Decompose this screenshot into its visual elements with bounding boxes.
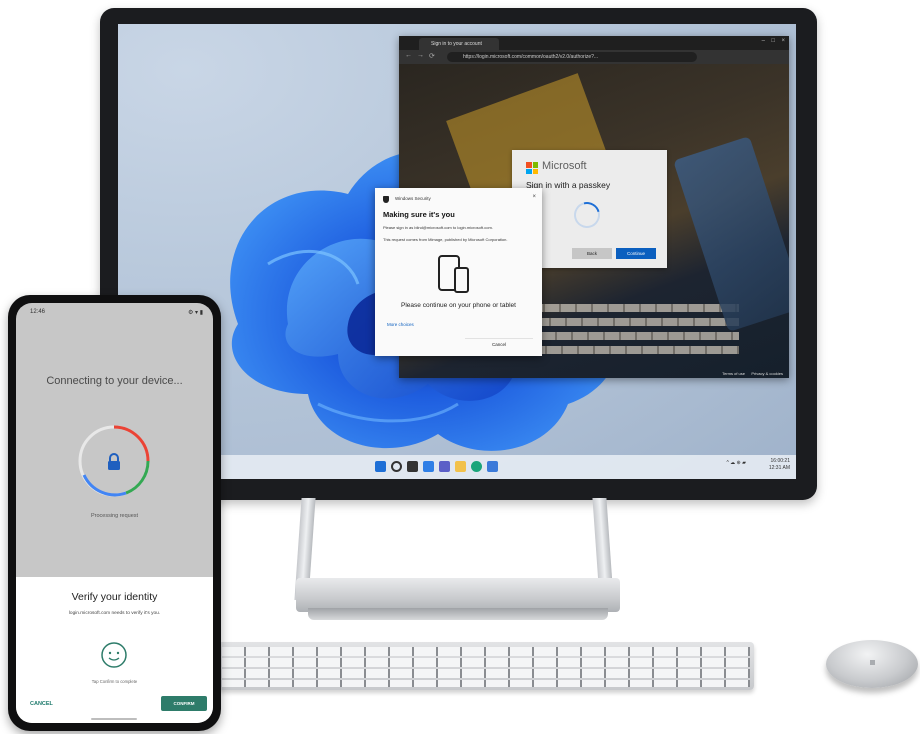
back-arrow-icon[interactable]: ← <box>405 52 412 59</box>
windows-icon[interactable] <box>375 461 386 472</box>
photo-keyboard-row <box>519 318 739 326</box>
browser-toolbar: ← → ⟳ https://login.microsoft.com/common… <box>399 50 789 64</box>
mouse <box>826 640 918 688</box>
photo-keyboard-row <box>509 332 739 340</box>
keyboard-row <box>222 669 750 678</box>
browser-tab[interactable]: Sign in to your account <box>419 38 499 50</box>
status-bar-icons: ⚙ ▾ ▮ <box>187 310 203 316</box>
processing-text: Processing request <box>90 513 139 519</box>
chat-icon[interactable] <box>439 461 450 472</box>
confirm-button[interactable]: CONFIRM <box>161 696 207 711</box>
gesture-nav-pill[interactable] <box>91 718 137 720</box>
continue-button[interactable]: Continue <box>616 248 656 259</box>
loading-spinner-icon <box>569 197 605 233</box>
connecting-text: Connecting to your device... <box>46 375 183 387</box>
continue-on-phone-text: Please continue on your phone or tablet <box>401 302 516 309</box>
clock-time: 16:00:21 <box>770 458 790 464</box>
logo-square-green <box>532 162 538 168</box>
clock-date: 12:31 AM <box>768 465 790 471</box>
verify-identity-sheet: Verify your identity login.microsoft.com… <box>16 577 213 723</box>
cancel-button[interactable]: Cancel <box>465 338 533 351</box>
explorer-icon[interactable] <box>455 461 466 472</box>
verify-title: Verify your identity <box>71 591 158 603</box>
close-icon[interactable]: × <box>532 194 536 200</box>
microsoft-brand-text: Microsoft <box>542 160 587 172</box>
maximize-icon[interactable]: □ <box>771 38 775 44</box>
refresh-icon[interactable]: ⟳ <box>429 52 435 60</box>
dialog-app-title: Windows Security <box>395 196 431 201</box>
taskbar-clock[interactable]: 16:00:21 12:31 AM <box>769 458 790 472</box>
forward-arrow-icon[interactable]: → <box>417 52 424 59</box>
windows-security-dialog: Windows Security × Making sure it's you … <box>375 188 542 356</box>
minimize-icon[interactable]: – <box>762 38 765 44</box>
logo-square-yellow <box>532 168 538 174</box>
cancel-button[interactable]: CANCEL <box>30 701 53 707</box>
url-bar[interactable]: https://login.microsoft.com/common/oauth… <box>447 52 697 62</box>
widgets-icon[interactable] <box>423 461 434 472</box>
system-tray-icons[interactable]: ^ ☁ ⊕ ▰ <box>726 460 746 466</box>
phone-tablet-icon <box>438 255 469 293</box>
dialog-request-text: This request comes from Mimage, publishe… <box>383 237 508 242</box>
search-icon[interactable] <box>391 461 402 472</box>
keyboard-row <box>222 680 750 687</box>
close-icon[interactable]: × <box>781 38 785 44</box>
terms-link[interactable]: Terms of use <box>722 371 745 376</box>
lock-icon <box>108 453 120 470</box>
phone-screen: 12:46 ⚙ ▾ ▮ Connecting to your device...… <box>16 303 213 723</box>
keyboard-row <box>222 647 750 656</box>
back-button[interactable]: Back <box>572 248 612 259</box>
tap-confirm-text: Tap Confirm to complete <box>91 679 138 684</box>
keyboard <box>218 642 754 690</box>
keyboard-row <box>222 658 750 667</box>
dialog-title: Making sure it's you <box>383 210 455 219</box>
phone-device: 12:46 ⚙ ▾ ▮ Connecting to your device...… <box>8 295 221 731</box>
stand-base <box>296 578 620 612</box>
more-choices-link[interactable]: More choices <box>387 322 414 327</box>
logo-square-red <box>526 162 532 168</box>
mouse-logo-icon <box>870 660 875 665</box>
edge-icon[interactable] <box>471 461 482 472</box>
verify-subtitle: login.microsoft.com needs to verify it's… <box>68 611 161 616</box>
shield-icon <box>383 196 389 203</box>
photo-tablet <box>673 136 789 332</box>
logo-square-blue <box>526 168 532 174</box>
browser-tabbar: Sign in to your account – □ × <box>399 36 789 50</box>
stand-foot <box>308 608 608 620</box>
privacy-link[interactable]: Privacy & cookies <box>751 371 783 376</box>
dialog-signin-text: Please sign in as blind@microsoft.com to… <box>383 225 493 230</box>
status-bar-time: 12:46 <box>30 309 46 315</box>
photo-keyboard-row <box>529 304 739 312</box>
taskview-icon[interactable] <box>407 461 418 472</box>
face-unlock-icon <box>101 642 127 668</box>
microsoft-logo-icon <box>526 162 538 174</box>
store-icon[interactable] <box>487 461 498 472</box>
